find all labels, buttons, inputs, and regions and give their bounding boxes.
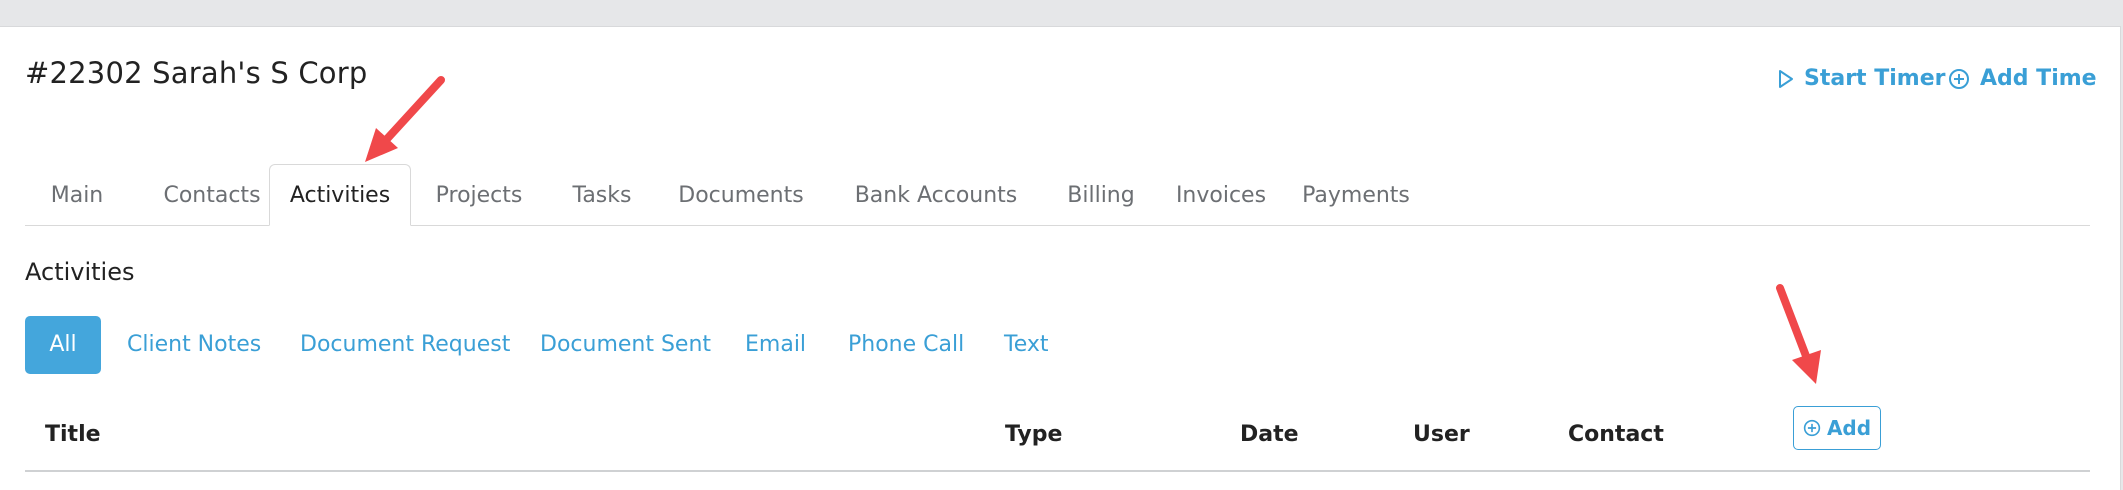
start-timer-button[interactable]: Start Timer [1778, 66, 1945, 91]
filter-all[interactable]: All [25, 316, 101, 374]
tab-tasks[interactable]: Tasks [549, 165, 655, 223]
add-time-button[interactable]: Add Time [1948, 66, 2097, 91]
table-header: Title Type Date User Contact [25, 400, 2090, 472]
column-user[interactable]: User [1413, 422, 1470, 447]
filter-phone-call[interactable]: Phone Call [848, 316, 964, 374]
column-contact[interactable]: Contact [1568, 422, 1664, 447]
column-title[interactable]: Title [45, 422, 101, 447]
add-time-label: Add Time [1980, 66, 2097, 91]
tab-payments[interactable]: Payments [1285, 165, 1427, 223]
tab-documents[interactable]: Documents [655, 165, 827, 223]
tab-projects[interactable]: Projects [409, 165, 549, 223]
plus-circle-icon [1949, 68, 1969, 89]
play-icon [1779, 69, 1793, 88]
column-type[interactable]: Type [1005, 422, 1062, 447]
filter-document-request[interactable]: Document Request [300, 316, 510, 374]
add-label: Add [1826, 416, 1872, 440]
filter-document-sent[interactable]: Document Sent [540, 316, 711, 374]
filter-email[interactable]: Email [745, 316, 806, 374]
tab-billing[interactable]: Billing [1045, 165, 1157, 223]
section-title: Activities [25, 258, 135, 286]
start-timer-label: Start Timer [1804, 66, 1946, 91]
tab-main[interactable]: Main [25, 165, 129, 223]
tab-invoices[interactable]: Invoices [1157, 165, 1285, 223]
tab-bar: Main Contacts Activities Projects Tasks … [25, 163, 2090, 226]
tab-bank-accounts[interactable]: Bank Accounts [827, 165, 1045, 223]
filter-text[interactable]: Text [1004, 316, 1049, 374]
column-date[interactable]: Date [1240, 422, 1299, 447]
plus-circle-icon [1803, 419, 1821, 437]
tab-activities[interactable]: Activities [269, 164, 411, 226]
add-activity-button[interactable]: Add [1793, 406, 1881, 450]
filter-client-notes[interactable]: Client Notes [127, 316, 261, 374]
page-title: #22302 Sarah's S Corp [25, 56, 368, 90]
